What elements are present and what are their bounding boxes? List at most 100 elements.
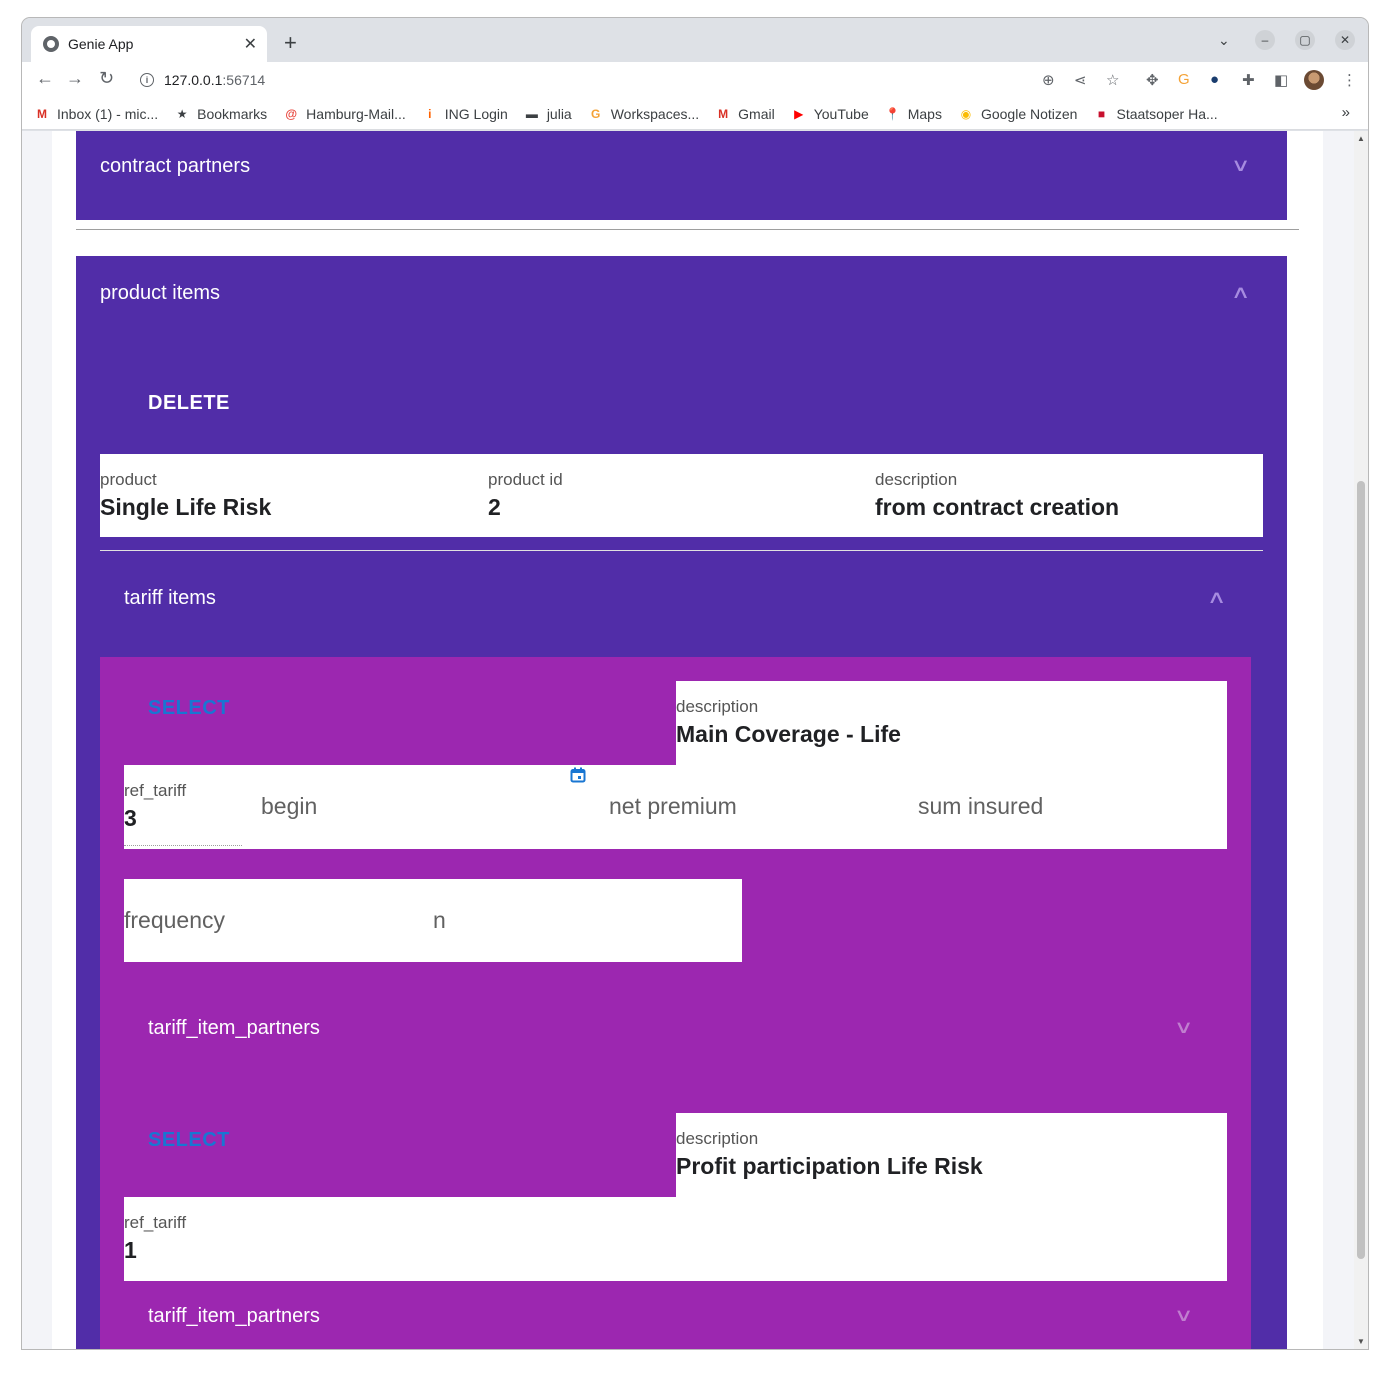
extension-blob-icon[interactable]: ● xyxy=(1210,71,1219,88)
ref-tariff-underline xyxy=(124,845,242,846)
share-icon[interactable]: ⋖ xyxy=(1074,71,1087,89)
browser-window: Genie App ✕ + ⌄ – ▢ ✕ ← → ↻ i 127.0.0.1 … xyxy=(22,18,1368,1349)
maximize-icon[interactable]: ▢ xyxy=(1295,30,1315,50)
chevron-up-icon[interactable]: ∧ xyxy=(1207,587,1227,608)
n-input[interactable]: n xyxy=(433,907,446,934)
tariff-item-partners-header[interactable]: tariff_item_partners xyxy=(148,1305,320,1328)
maps-icon: 📍 xyxy=(885,106,901,121)
contract-partners-panel[interactable]: contract partners ∨ xyxy=(76,131,1287,220)
profile-avatar[interactable] xyxy=(1304,70,1324,90)
product-field[interactable]: product Single Life Risk xyxy=(100,470,271,521)
zoom-icon[interactable]: ⊕ xyxy=(1042,71,1055,89)
minimize-icon[interactable]: – xyxy=(1255,30,1275,50)
ref-tariff-label: ref_tariff xyxy=(124,781,187,800)
scroll-down-icon[interactable]: ▼ xyxy=(1357,1337,1365,1346)
bookmark-item[interactable]: M Gmail xyxy=(715,106,775,122)
product-value: Single Life Risk xyxy=(100,494,272,520)
bookmark-item[interactable]: ◉ Google Notizen xyxy=(958,106,1078,122)
bookmark-item[interactable]: ■ Staatsoper Ha... xyxy=(1093,105,1218,122)
tariff-description-field[interactable]: description Main Coverage - Life xyxy=(676,681,1227,765)
bookmark-label: Maps xyxy=(907,105,942,122)
scrollbar-thumb[interactable] xyxy=(1357,481,1365,1259)
tariff-items-header[interactable]: tariff items xyxy=(124,587,216,610)
folder-icon: ▬ xyxy=(525,106,538,121)
bookmark-item[interactable]: i ING Login xyxy=(422,106,508,122)
grammarly-icon[interactable]: G xyxy=(1178,71,1190,88)
frequency-input[interactable]: frequency xyxy=(124,907,225,934)
net-premium-input[interactable]: net premium xyxy=(609,793,737,820)
tariff-items-container: SELECT description Main Coverage - Life … xyxy=(100,657,1251,1349)
ref-tariff-value: 3 xyxy=(124,805,137,831)
divider xyxy=(100,550,1263,551)
sidepanel-icon[interactable]: ◧ xyxy=(1274,71,1288,89)
bookmark-item[interactable]: @ Hamburg-Mail... xyxy=(283,106,405,122)
browser-toolbar: ← → ↻ i 127.0.0.1 :56714 ⊕ ⋖ ☆ ✥ G ● ✚ ◧… xyxy=(22,62,1368,98)
close-window-icon[interactable]: ✕ xyxy=(1335,30,1355,50)
tariff-description-field[interactable]: description Profit participation Life Ri… xyxy=(676,1113,1227,1197)
select-button[interactable]: SELECT xyxy=(148,1129,230,1152)
ing-icon: i xyxy=(428,106,432,121)
tariff-item-partners-header[interactable]: tariff_item_partners xyxy=(148,1017,320,1040)
menu-dots-icon[interactable]: ⋮ xyxy=(1342,71,1357,89)
product-fields-row: product Single Life Risk product id 2 de… xyxy=(100,454,1263,537)
tab-genie-app[interactable]: Genie App ✕ xyxy=(31,26,267,62)
chevron-up-icon[interactable]: ∧ xyxy=(1231,282,1251,303)
extension-move-icon[interactable]: ✥ xyxy=(1146,71,1159,89)
product-id-field[interactable]: product id 2 xyxy=(488,470,563,521)
bookmark-item[interactable]: G Workspaces... xyxy=(588,106,699,122)
ref-tariff-field[interactable]: ref_tariff 3 xyxy=(124,781,186,832)
tab-title: Genie App xyxy=(68,36,134,52)
description-value: Main Coverage - Life xyxy=(676,721,901,747)
bookmark-star-icon[interactable]: ☆ xyxy=(1106,71,1119,89)
chevron-down-icon[interactable]: ∨ xyxy=(1174,1305,1194,1326)
chevron-down-icon[interactable]: ∨ xyxy=(1174,1017,1194,1038)
reload-icon[interactable]: ↻ xyxy=(99,68,114,89)
description-value: from contract creation xyxy=(875,494,1120,520)
bookmark-item[interactable]: M Inbox (1) - mic... xyxy=(34,106,158,122)
tariff-fields-row: ref_tariff 3 begin net premium sum insur… xyxy=(124,765,1227,849)
bookmark-label: Bookmarks xyxy=(197,105,268,122)
scroll-up-icon[interactable]: ▲ xyxy=(1357,134,1365,143)
address-bar[interactable]: i 127.0.0.1 :56714 xyxy=(130,66,1260,94)
star-icon: ★ xyxy=(176,106,188,121)
new-tab-button[interactable]: + xyxy=(284,30,297,56)
ref-tariff-field[interactable]: ref_tariff 1 xyxy=(124,1213,186,1264)
vertical-scrollbar[interactable]: ▲ ▼ xyxy=(1354,131,1368,1349)
bookmarks-overflow-icon[interactable]: » xyxy=(1342,104,1350,121)
info-icon[interactable]: i xyxy=(140,73,154,87)
workspaces-icon: G xyxy=(591,106,601,121)
delete-button[interactable]: DELETE xyxy=(148,392,230,415)
frequency-row: frequency n xyxy=(124,879,742,962)
chevron-down-icon[interactable]: ∨ xyxy=(1231,155,1251,176)
select-button[interactable]: SELECT xyxy=(148,697,230,720)
calendar-icon[interactable] xyxy=(570,767,586,783)
product-items-header[interactable]: product items xyxy=(100,282,220,305)
url-host: 127.0.0.1 xyxy=(164,72,223,88)
chevron-down-icon[interactable]: ⌄ xyxy=(1218,32,1230,49)
bookmark-item[interactable]: 📍 Maps xyxy=(885,106,942,122)
bookmarks-bar: M Inbox (1) - mic... ★ Bookmarks @ Hamburg-Ma… xyxy=(22,98,1368,130)
forward-icon[interactable]: → xyxy=(66,68,84,89)
bookmark-label: julia xyxy=(546,105,572,122)
close-icon[interactable]: ✕ xyxy=(244,34,257,54)
youtube-icon: ▶ xyxy=(794,106,804,121)
back-icon[interactable]: ← xyxy=(36,68,54,89)
product-id-label: product id xyxy=(488,470,563,489)
ref-tariff-row: ref_tariff 1 xyxy=(124,1197,1227,1281)
begin-input[interactable]: begin xyxy=(261,793,317,820)
staatsoper-icon: ■ xyxy=(1097,106,1106,121)
keep-icon: ◉ xyxy=(960,106,972,121)
bookmark-label: Gmail xyxy=(738,105,775,122)
product-description-field[interactable]: description from contract creation xyxy=(875,470,1119,521)
bookmark-label: Google Notizen xyxy=(980,105,1078,122)
divider xyxy=(76,229,1299,230)
bookmark-item[interactable]: ★ Bookmarks xyxy=(174,106,267,122)
puzzle-icon[interactable]: ✚ xyxy=(1242,71,1255,89)
sum-insured-input[interactable]: sum insured xyxy=(918,793,1043,820)
globe-icon xyxy=(43,36,59,52)
bookmark-label: Staatsoper Ha... xyxy=(1116,105,1218,122)
mail-icon: @ xyxy=(285,106,298,121)
bookmark-item[interactable]: ▶ YouTube xyxy=(791,106,869,122)
contract-partners-header[interactable]: contract partners xyxy=(100,155,250,178)
bookmark-item[interactable]: ▬ julia xyxy=(524,106,572,122)
